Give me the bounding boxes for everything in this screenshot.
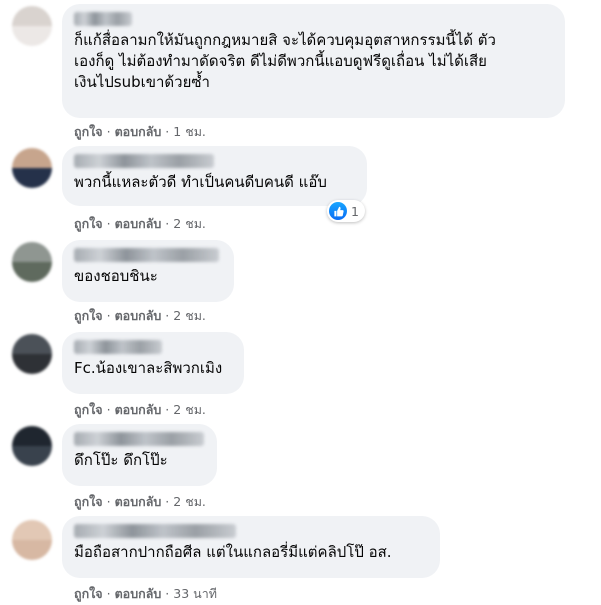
like-button[interactable]: ถูกใจ: [74, 308, 103, 323]
comment-author-name-blurred[interactable]: [74, 340, 162, 354]
like-button[interactable]: ถูกใจ: [74, 124, 103, 139]
like-button[interactable]: ถูกใจ: [74, 586, 103, 601]
comment-timestamp[interactable]: 2 ชม.: [173, 308, 206, 323]
comment-bubble: ดึกโป๊ะ ดึกโป๊ะ: [62, 424, 217, 486]
reaction-summary[interactable]: 1: [327, 200, 365, 222]
reply-button[interactable]: ตอบกลับ: [115, 216, 162, 231]
avatar[interactable]: [12, 242, 52, 282]
avatar[interactable]: [12, 6, 52, 46]
comment-timestamp[interactable]: 2 ชม.: [173, 494, 206, 509]
comment-actions: ถูกใจ · ตอบกลับ · 2 ชม.: [74, 494, 206, 509]
comment-author-name-blurred[interactable]: [74, 12, 132, 26]
like-thumbs-up-icon: [329, 202, 347, 220]
reaction-count: 1: [351, 203, 359, 219]
comment-text: ก็แก้สื่อลามกให้มันถูกกฎหมายสิ จะได้ควบค…: [74, 31, 496, 91]
avatar[interactable]: [12, 334, 52, 374]
comment-bubble: มือถือสากปากถือศีล แต่ในแกลอรี่มีแต่คลิป…: [62, 516, 440, 578]
comment-author-name-blurred[interactable]: [74, 432, 204, 446]
comment-text: พวกนี้แหละตัวดี ทำเป็นคนดีบคนดี แอ๊บ: [74, 173, 327, 191]
comment-timestamp[interactable]: 33 นาที: [173, 586, 217, 601]
comment-timestamp[interactable]: 2 ชม.: [173, 402, 206, 417]
comment-bubble: ก็แก้สื่อลามกให้มันถูกกฎหมายสิ จะได้ควบค…: [62, 4, 565, 118]
comment-author-name-blurred[interactable]: [74, 524, 236, 538]
comment-timestamp[interactable]: 1 ชม.: [173, 124, 206, 139]
comment-text: มือถือสากปากถือศีล แต่ในแกลอรี่มีแต่คลิป…: [74, 543, 392, 561]
like-button[interactable]: ถูกใจ: [74, 216, 103, 231]
comment-actions: ถูกใจ · ตอบกลับ · 1 ชม.: [74, 124, 206, 139]
comment-text: ดึกโป๊ะ ดึกโป๊ะ: [74, 451, 168, 469]
like-button[interactable]: ถูกใจ: [74, 494, 103, 509]
reply-button[interactable]: ตอบกลับ: [115, 586, 162, 601]
comment-author-name-blurred[interactable]: [74, 248, 219, 262]
comment-actions: ถูกใจ · ตอบกลับ · 33 นาที: [74, 586, 217, 601]
reply-button[interactable]: ตอบกลับ: [115, 124, 162, 139]
comment-bubble: พวกนี้แหละตัวดี ทำเป็นคนดีบคนดี แอ๊บ: [62, 146, 367, 206]
comment-author-name-blurred[interactable]: [74, 154, 214, 168]
like-button[interactable]: ถูกใจ: [74, 402, 103, 417]
comment-bubble: ของชอบชินะ: [62, 240, 234, 302]
reply-button[interactable]: ตอบกลับ: [115, 308, 162, 323]
comment-actions: ถูกใจ · ตอบกลับ · 2 ชม.: [74, 308, 206, 323]
comment-bubble: Fc.น้องเขาละสิพวกเมิง: [62, 332, 244, 394]
avatar[interactable]: [12, 520, 52, 560]
comment-actions: ถูกใจ · ตอบกลับ · 2 ชม.: [74, 402, 206, 417]
comment-timestamp[interactable]: 2 ชม.: [173, 216, 206, 231]
avatar[interactable]: [12, 148, 52, 188]
comment-text: Fc.น้องเขาละสิพวกเมิง: [74, 359, 223, 377]
comment-text: ของชอบชินะ: [74, 267, 158, 285]
reply-button[interactable]: ตอบกลับ: [115, 402, 162, 417]
avatar[interactable]: [12, 426, 52, 466]
comment-actions: ถูกใจ · ตอบกลับ · 2 ชม.: [74, 216, 206, 231]
reply-button[interactable]: ตอบกลับ: [115, 494, 162, 509]
